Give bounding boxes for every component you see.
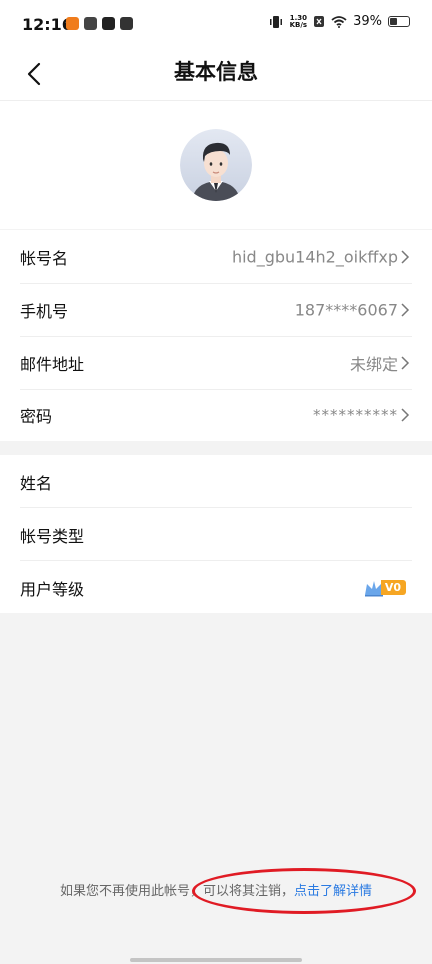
row-value: **********: [313, 405, 398, 424]
row-label: 手机号: [20, 301, 69, 321]
deregister-text: 如果您不再使用此帐号，可以将其注销，: [59, 884, 294, 899]
user-avatar-icon: [180, 129, 252, 201]
row-user-level[interactable]: 用户等级 V0: [0, 561, 432, 614]
row-value: hid_gbu14h2_oikffxp: [231, 247, 398, 266]
level-text: V0: [380, 580, 406, 595]
row-value: 未绑定: [349, 354, 398, 374]
vibrate-icon: [269, 15, 282, 28]
level-badge: V0: [363, 579, 406, 597]
avatar[interactable]: [180, 129, 252, 201]
row-account-name[interactable]: 帐号名 hid_gbu14h2_oikffxp: [0, 230, 432, 283]
wifi-icon: [331, 15, 347, 28]
row-label: 姓名: [20, 473, 53, 493]
status-bar: 12:16 1.30 KB/s 39%: [0, 0, 432, 48]
deregister-note: 如果您不再使用此帐号，可以将其注销，点击了解详情: [0, 880, 432, 899]
chevron-right-icon: [401, 249, 410, 264]
sync-notification-icon: [84, 17, 97, 30]
tiktok-notification-icon: [102, 17, 115, 30]
row-password[interactable]: 密码 **********: [0, 388, 432, 441]
no-sim-icon: [314, 16, 325, 27]
row-value: 187****6067: [294, 300, 398, 319]
row-label: 帐号类型: [20, 526, 85, 546]
status-right: 1.30 KB/s 39%: [268, 14, 410, 29]
row-label: 帐号名: [20, 248, 69, 268]
battery-icon: [388, 16, 410, 27]
net-speed: 1.30 KB/s: [289, 14, 308, 29]
profile-info-group: 姓名 帐号类型 用户等级 V0: [0, 455, 432, 613]
avatar-section: [0, 101, 432, 229]
chevron-right-icon: [401, 302, 410, 317]
row-email[interactable]: 邮件地址 未绑定: [0, 336, 432, 389]
chevron-right-icon: [401, 355, 410, 370]
row-label: 密码: [20, 406, 53, 426]
page-header: 基本信息: [0, 48, 432, 101]
row-real-name[interactable]: 姓名: [0, 455, 432, 508]
learn-more-link[interactable]: 点击了解详情: [294, 884, 372, 899]
row-label: 邮件地址: [20, 354, 85, 374]
row-account-type[interactable]: 帐号类型: [0, 508, 432, 561]
app-notification-icon: [66, 17, 79, 30]
page-title: 基本信息: [174, 60, 258, 84]
notification-icons: [66, 17, 133, 30]
home-indicator[interactable]: [130, 958, 302, 962]
battery-percent: 39%: [353, 14, 382, 29]
account-info-group: 帐号名 hid_gbu14h2_oikffxp 手机号 187****6067 …: [0, 230, 432, 441]
chevron-right-icon: [401, 407, 410, 422]
mail-notification-icon: [120, 17, 133, 30]
row-label: 用户等级: [20, 579, 85, 599]
row-phone[interactable]: 手机号 187****6067: [0, 283, 432, 336]
net-speed-unit: KB/s: [289, 20, 308, 29]
